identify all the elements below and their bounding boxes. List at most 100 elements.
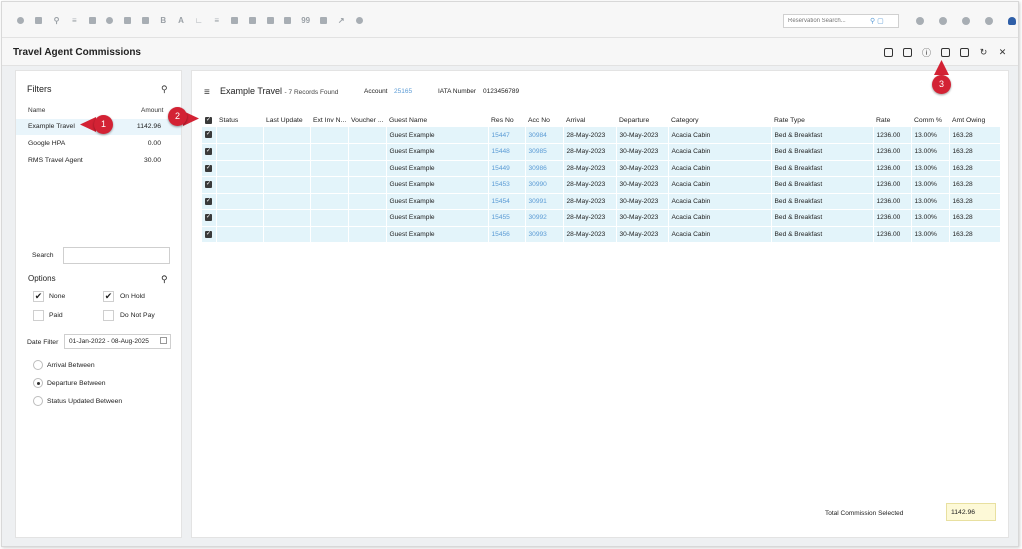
- print-icon[interactable]: [955, 46, 974, 58]
- date-range-input[interactable]: 01-Jan-2022 - 08-Aug-2025: [64, 334, 171, 349]
- map-icon[interactable]: [137, 14, 155, 26]
- res-no-link[interactable]: 15449: [488, 160, 526, 177]
- res-no-link[interactable]: 15448: [488, 143, 526, 161]
- tools-icon[interactable]: ↗: [332, 14, 350, 26]
- column-header[interactable]: Arrival: [563, 114, 616, 127]
- res-no-link[interactable]: 15453: [488, 176, 526, 194]
- list-icon[interactable]: ≡: [208, 14, 226, 26]
- circle-icon[interactable]: [12, 14, 30, 26]
- search-icon[interactable]: ⚲: [161, 84, 168, 95]
- users-icon[interactable]: [101, 14, 119, 26]
- account-link[interactable]: 25165: [394, 88, 412, 95]
- table-row[interactable]: ✓ Guest Example 15453 30990 28-May-2023 …: [202, 176, 1001, 194]
- acc-no-link[interactable]: 30986: [525, 160, 564, 177]
- row-checkbox[interactable]: ✓: [202, 160, 217, 177]
- agent-row[interactable]: Google HPA 0.00: [16, 136, 181, 152]
- calendar-icon[interactable]: [160, 337, 167, 344]
- acc-no-link[interactable]: 30993: [525, 226, 564, 243]
- search-icon[interactable]: ⚲: [161, 274, 168, 285]
- radio-arrival-between[interactable]: [33, 360, 43, 370]
- table-row[interactable]: ✓ Guest Example 15456 30993 28-May-2023 …: [202, 226, 1001, 243]
- checkbox-paid[interactable]: [33, 310, 44, 321]
- res-no-link[interactable]: 15454: [488, 193, 526, 210]
- row-checkbox[interactable]: ✓: [202, 209, 217, 227]
- search-icon[interactable]: ⚲: [48, 14, 66, 26]
- info-icon[interactable]: ⓘ: [917, 46, 936, 58]
- row-checkbox[interactable]: ✓: [202, 193, 217, 210]
- money-icon[interactable]: [119, 14, 137, 26]
- acc-no-link[interactable]: 30992: [525, 209, 564, 227]
- column-header[interactable]: Rate: [873, 114, 911, 127]
- refresh-icon[interactable]: ↻: [974, 46, 993, 58]
- settings-icon[interactable]: [350, 14, 368, 26]
- column-header[interactable]: Guest Name: [386, 114, 488, 127]
- radio-status-updated-between[interactable]: [33, 396, 43, 406]
- save-icon[interactable]: [936, 46, 955, 58]
- row-checkbox[interactable]: ✓: [202, 127, 217, 144]
- checkbox-do-not-pay[interactable]: [103, 310, 114, 321]
- column-header[interactable]: Status: [216, 114, 263, 127]
- table-row[interactable]: ✓ Guest Example 15455 30992 28-May-2023 …: [202, 209, 1001, 227]
- res-no-link[interactable]: 15447: [488, 127, 526, 144]
- sliders-icon[interactable]: ≡: [65, 14, 83, 26]
- checkbox-on-hold[interactable]: ✔: [103, 291, 114, 302]
- column-header[interactable]: Category: [668, 114, 771, 127]
- table-row[interactable]: ✓ Guest Example 15447 30984 28-May-2023 …: [202, 127, 1001, 144]
- ticket-icon[interactable]: [279, 14, 297, 26]
- table-row[interactable]: ✓ Guest Example 15454 30991 28-May-2023 …: [202, 193, 1001, 210]
- arrival-cell: 28-May-2023: [563, 127, 617, 144]
- row-checkbox[interactable]: ✓: [202, 143, 217, 161]
- res-no-link[interactable]: 15455: [488, 209, 526, 227]
- acc-no-link[interactable]: 30984: [525, 127, 564, 144]
- column-header[interactable]: Rate Type: [771, 114, 873, 127]
- card-icon[interactable]: [226, 14, 244, 26]
- filter-search-input[interactable]: [63, 247, 170, 264]
- table-row[interactable]: ✓ Guest Example 15449 30986 28-May-2023 …: [202, 160, 1001, 177]
- help-icon[interactable]: [977, 15, 1000, 27]
- departure-cell: 30-May-2023: [616, 143, 669, 161]
- cart-icon[interactable]: [261, 14, 279, 26]
- column-header[interactable]: Departure: [616, 114, 668, 127]
- option-label: Do Not Pay: [120, 312, 155, 319]
- chart-icon[interactable]: ∟: [190, 14, 208, 26]
- bed-icon[interactable]: [315, 14, 333, 26]
- font-icon[interactable]: A: [172, 14, 190, 26]
- quote-icon[interactable]: 99: [297, 14, 315, 26]
- agent-row[interactable]: RMS Travel Agent 30.00: [16, 153, 181, 169]
- column-header[interactable]: Ext Inv N...: [310, 114, 348, 127]
- column-header[interactable]: Acc No: [525, 114, 563, 127]
- chat-icon[interactable]: [954, 15, 977, 27]
- row-checkbox[interactable]: ✓: [202, 176, 217, 194]
- grid-icon[interactable]: [83, 14, 101, 26]
- reservation-search[interactable]: ⚲ ▢: [783, 14, 899, 28]
- column-header[interactable]: Res No: [488, 114, 525, 127]
- table-row[interactable]: ✓ Guest Example 15448 30985 28-May-2023 …: [202, 143, 1001, 161]
- column-header[interactable]: Comm %: [911, 114, 949, 127]
- checkbox-none[interactable]: ✔: [33, 291, 44, 302]
- amt-owing-cell: 163.28: [949, 176, 1001, 194]
- close-icon[interactable]: ✕: [993, 46, 1012, 58]
- acc-no-link[interactable]: 30991: [525, 193, 564, 210]
- reservation-search-input[interactable]: [788, 18, 870, 24]
- radio-label: Status Updated Between: [47, 398, 123, 405]
- row-checkbox[interactable]: ✓: [202, 226, 217, 243]
- acc-no-link[interactable]: 30990: [525, 176, 564, 194]
- globe-icon[interactable]: [908, 15, 931, 27]
- user-icon[interactable]: [1000, 15, 1022, 27]
- card-icon[interactable]: [898, 46, 917, 58]
- calendar-icon[interactable]: [30, 14, 48, 26]
- column-header[interactable]: Last Update: [263, 114, 310, 127]
- column-header[interactable]: Amt Owing: [949, 114, 1000, 127]
- res-no-link[interactable]: 15456: [488, 226, 526, 243]
- export-icon[interactable]: [879, 46, 898, 58]
- acc-no-link[interactable]: 30985: [525, 143, 564, 161]
- search-icon[interactable]: ⚲ ▢: [870, 17, 884, 25]
- ext-inv-cell: [310, 143, 349, 161]
- column-header[interactable]: Voucher ...: [348, 114, 386, 127]
- select-all-checkbox[interactable]: ✓: [202, 114, 216, 127]
- bell-icon[interactable]: [931, 15, 954, 27]
- bold-icon[interactable]: B: [154, 14, 172, 26]
- menu-icon[interactable]: ≡: [204, 87, 210, 98]
- radio-departure-between[interactable]: [33, 378, 43, 388]
- document-icon[interactable]: [243, 14, 261, 26]
